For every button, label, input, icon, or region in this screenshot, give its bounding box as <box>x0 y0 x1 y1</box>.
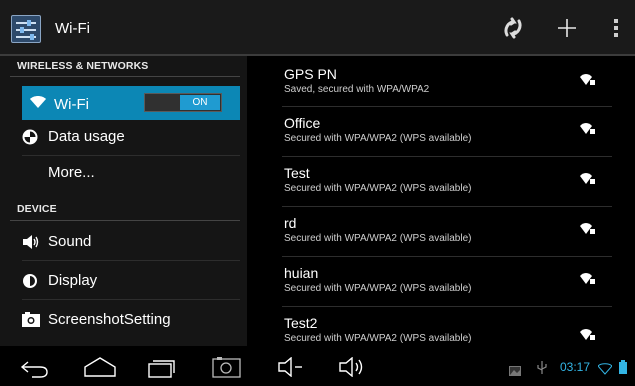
network-status: Secured with WPA/WPA2 (WPS available) <box>284 283 472 294</box>
network-name: Test <box>284 165 310 181</box>
home-icon[interactable] <box>83 356 117 383</box>
list-divider <box>282 306 612 307</box>
network-name: rd <box>284 215 297 231</box>
gallery-icon <box>509 363 521 381</box>
camera-icon <box>22 311 48 329</box>
recent-apps-icon[interactable] <box>148 356 178 383</box>
settings-sidebar: WIRELESS & NETWORKS Wi-Fi ON Data usage <box>0 56 247 346</box>
brightness-icon <box>22 272 48 290</box>
section-divider <box>10 220 240 221</box>
section-header-wireless: WIRELESS & NETWORKS <box>17 60 149 72</box>
network-status: Secured with WPA/WPA2 (WPS available) <box>284 233 472 244</box>
wifi-signal-lock-icon <box>580 121 596 140</box>
sidebar-item-label: Sound <box>48 233 92 250</box>
wifi-signal-lock-icon <box>580 271 596 290</box>
volume-down-icon[interactable] <box>277 356 303 382</box>
sidebar-item-label: ScreenshotSetting <box>48 311 171 328</box>
sidebar-item-display[interactable]: Display <box>22 264 240 297</box>
network-name: huian <box>284 265 319 281</box>
sidebar-item-more[interactable]: More... <box>22 156 240 189</box>
network-name: Office <box>284 115 321 131</box>
status-clock: 03:17 <box>560 360 591 374</box>
toggle-state: ON <box>180 95 220 110</box>
item-divider <box>22 299 240 300</box>
back-icon[interactable] <box>20 358 50 383</box>
network-name: GPS PN <box>284 66 337 82</box>
network-status: Saved, secured with WPA/WPA2 <box>284 84 430 95</box>
speaker-icon <box>22 233 48 251</box>
sidebar-item-sound[interactable]: Sound <box>22 225 240 258</box>
wifi-signal-lock-icon <box>580 327 596 346</box>
volume-up-icon[interactable] <box>338 356 368 382</box>
data-usage-icon <box>22 128 48 146</box>
network-status: Secured with WPA/WPA2 (WPS available) <box>284 133 472 144</box>
usb-icon <box>537 361 547 380</box>
list-divider <box>282 256 612 257</box>
wifi-signal-lock-icon <box>580 72 596 91</box>
system-nav-bar: 03:17 <box>0 346 635 386</box>
sidebar-item-label: Display <box>48 272 98 289</box>
wifi-icon <box>30 95 54 114</box>
battery-icon <box>619 360 627 379</box>
overflow-menu-icon[interactable] <box>610 12 622 44</box>
wifi-toggle[interactable]: ON <box>144 93 222 112</box>
network-status: Secured with WPA/WPA2 (WPS available) <box>284 333 472 344</box>
network-status: Secured with WPA/WPA2 (WPS available) <box>284 183 472 194</box>
list-divider <box>282 106 612 107</box>
section-divider <box>10 76 240 77</box>
network-list: GPS PN Saved, secured with WPA/WPA2 Offi… <box>247 56 635 346</box>
wps-push-icon[interactable] <box>500 12 526 44</box>
sidebar-item-label: Data usage <box>48 128 125 145</box>
add-network-icon[interactable] <box>556 12 578 44</box>
item-divider <box>22 260 240 261</box>
page-title: Wi-Fi <box>55 20 90 37</box>
sidebar-item-screenshot-setting[interactable]: ScreenshotSetting <box>22 303 240 336</box>
wifi-signal-lock-icon <box>580 171 596 190</box>
action-bar: Wi-Fi <box>0 0 635 56</box>
sidebar-item-data-usage[interactable]: Data usage <box>22 120 240 153</box>
sidebar-item-wifi[interactable]: Wi-Fi ON <box>22 86 240 120</box>
list-divider <box>282 206 612 207</box>
network-name: Test2 <box>284 315 318 331</box>
wifi-signal-lock-icon <box>580 221 596 240</box>
screenshot-icon[interactable] <box>212 356 242 383</box>
list-divider <box>282 156 612 157</box>
settings-sliders-icon[interactable] <box>11 15 41 43</box>
wifi-status-icon <box>597 362 613 380</box>
sidebar-item-label: Wi-Fi <box>54 96 89 113</box>
section-header-device: DEVICE <box>17 203 57 215</box>
sidebar-item-label: More... <box>48 164 95 181</box>
